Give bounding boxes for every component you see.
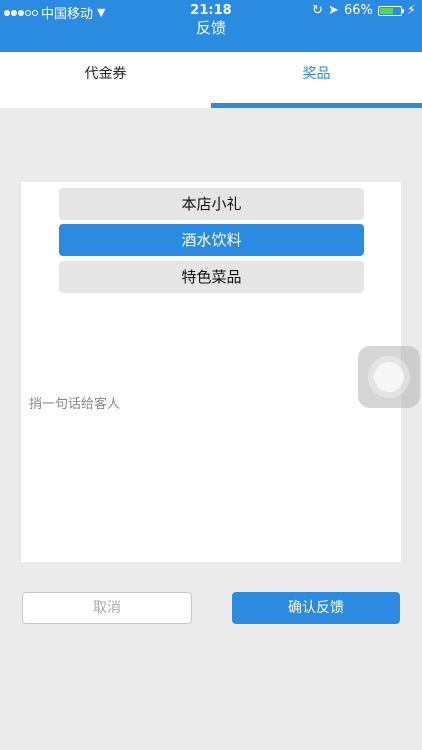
tab-prizes[interactable]: 奖品 [211,52,422,108]
tab-bar: 代金券 奖品 [0,52,422,108]
option-specialty-dishes[interactable]: 特色菜品 [59,261,364,293]
page-title: 反馈 [195,19,226,37]
location-icon: ➤ [328,3,339,18]
battery-percent: 66% [343,3,373,18]
assistive-touch-icon [374,362,404,392]
confirm-feedback-button[interactable]: 确认反馈 [232,592,400,624]
battery-icon [377,5,404,16]
message-input[interactable]: 捎一句话给客人 [29,393,120,412]
option-store-gift[interactable]: 本店小礼 [59,188,364,220]
charging-icon: ⚡ [406,3,416,18]
battery-level [379,7,394,14]
prize-panel: 本店小礼 酒水饮料 特色菜品 捎一句话给客人 [21,182,401,562]
app-header: 中国移动 ▼ 21:18 ↻ ➤ 66% ⚡ 反馈 [0,0,422,52]
option-drinks[interactable]: 酒水饮料 [59,224,364,256]
tab-vouchers[interactable]: 代金券 [0,52,211,108]
cancel-button[interactable]: 取消 [22,592,192,624]
lock-rotation-icon: ↻ [312,3,324,18]
assistive-touch-button[interactable] [358,346,420,408]
status-right: ↻ ➤ 66% ⚡ [312,3,416,18]
